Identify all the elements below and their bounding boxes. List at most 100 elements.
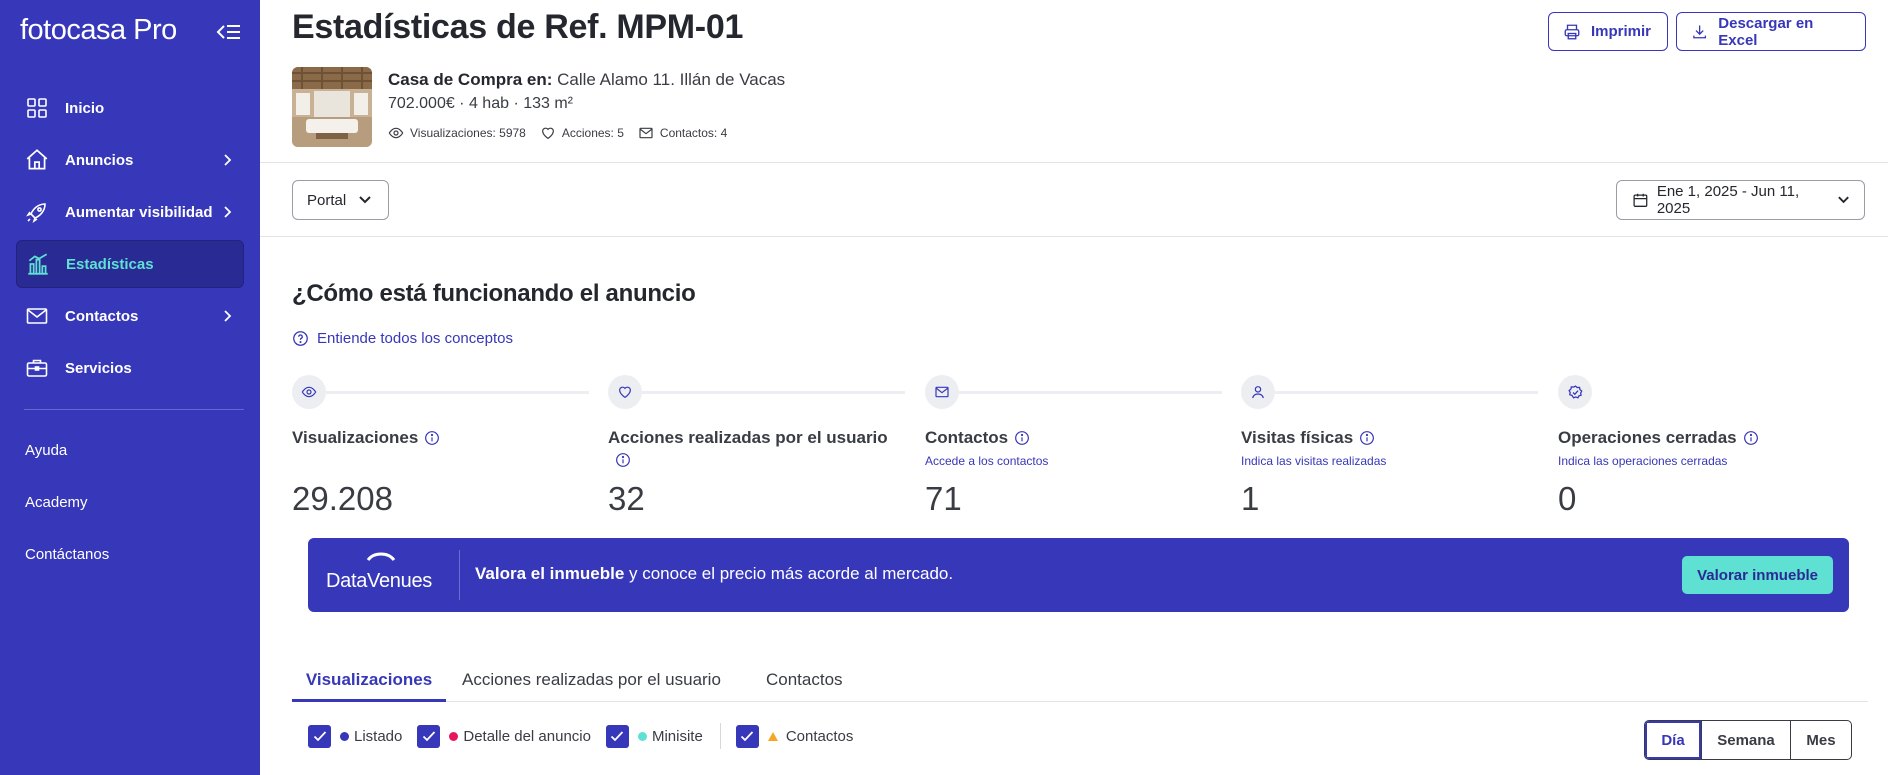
print-button[interactable]: Imprimir xyxy=(1548,12,1668,51)
sidebar-item-estadisticas[interactable]: Estadísticas xyxy=(16,240,244,288)
checkbox-checked[interactable] xyxy=(735,724,759,748)
checkbox-label: Detalle del anuncio xyxy=(463,727,591,745)
sidebar-item-label: Anuncios xyxy=(65,151,134,169)
info-icon[interactable] xyxy=(1014,430,1030,451)
date-range-picker[interactable]: Ene 1, 2025 - Jun 11, 2025 xyxy=(1616,180,1865,220)
step-operaciones xyxy=(1558,375,1592,409)
mail-icon xyxy=(935,386,949,398)
banner-message-rest: y conoce el precio más acorde al mercado… xyxy=(624,564,954,583)
metric-visualizaciones: Visualizaciones 29.208 xyxy=(292,428,592,517)
banner-separator xyxy=(459,550,460,600)
main-content: Estadísticas de Ref. MPM-01 Imprimir Des… xyxy=(260,0,1888,775)
eye-icon xyxy=(388,127,404,139)
checkbox-checked[interactable] xyxy=(417,724,441,748)
sidebar-item-label: Inicio xyxy=(65,99,105,117)
page-title: Estadísticas de Ref. MPM-01 xyxy=(292,8,744,46)
printer-icon xyxy=(1564,24,1580,39)
operations-link[interactable]: Indica las operaciones cerradas xyxy=(1558,454,1858,468)
download-icon xyxy=(1693,25,1707,38)
checkbox-detalle-anuncio[interactable]: Detalle del anuncio xyxy=(417,724,591,748)
brand-name: DataVenues xyxy=(326,570,432,592)
property-thumbnail xyxy=(292,67,372,147)
sidebar-item-label: Aumentar visibilidad xyxy=(65,203,213,221)
chevron-down-icon xyxy=(359,196,371,204)
property-contacts: Contactos: 4 xyxy=(659,126,728,140)
metric-label: Acciones realizadas por el usuario xyxy=(608,428,888,447)
sidebar: fotocasa Pro Inicio Anuncios Aumentar vi… xyxy=(0,0,260,775)
briefcase-icon xyxy=(24,355,50,381)
checkbox-label: Listado xyxy=(354,727,403,745)
portal-select-value: Portal xyxy=(307,191,347,209)
contacts-link[interactable]: Accede a los contactos xyxy=(925,454,1225,468)
chevron-right-icon xyxy=(222,205,232,219)
sidebar-item-label: Contactos xyxy=(65,307,139,325)
metric-label: Visualizaciones xyxy=(292,428,419,447)
step-visualizaciones xyxy=(292,375,326,409)
banner-message: Valora el inmueble y conoce el precio má… xyxy=(475,564,953,584)
property-title: Casa de Compra en: Calle Alamo 11. Illán… xyxy=(388,70,785,90)
collapse-sidebar-icon[interactable] xyxy=(214,20,242,44)
checkbox-checked[interactable] xyxy=(308,724,331,748)
checkbox-minisite[interactable]: Minisite xyxy=(605,724,703,748)
step-contactos xyxy=(925,375,959,409)
stats-tabs: Visualizaciones Acciones realizadas por … xyxy=(292,660,1868,702)
chevron-right-icon xyxy=(222,153,232,167)
granularity-mes[interactable]: Mes xyxy=(1790,721,1851,759)
step-acciones xyxy=(608,375,642,409)
checkbox-checked[interactable] xyxy=(605,724,629,748)
info-icon[interactable] xyxy=(1359,430,1375,451)
valorar-inmueble-button[interactable]: Valorar inmueble xyxy=(1682,556,1833,594)
home-icon xyxy=(24,147,50,173)
property-stats: Visualizaciones: 5978 Acciones: 5 Contac… xyxy=(388,125,741,141)
series-color-dot xyxy=(449,731,459,741)
sidebar-item-label: Estadísticas xyxy=(66,255,154,273)
heart-icon xyxy=(619,386,631,399)
portal-select[interactable]: Portal xyxy=(292,180,389,220)
concepts-link[interactable]: Entiende todos los conceptos xyxy=(292,330,513,347)
info-icon[interactable] xyxy=(615,452,631,473)
heart-icon xyxy=(541,127,554,140)
sidebar-item-aumentar-visibilidad[interactable]: Aumentar visibilidad xyxy=(16,188,244,236)
sidebar-item-contactos[interactable]: Contactos xyxy=(16,292,244,340)
date-range-value: Ene 1, 2025 - Jun 11, 2025 xyxy=(1656,183,1800,217)
tab-contactos[interactable]: Contactos xyxy=(766,670,843,702)
steps-track xyxy=(1275,391,1538,394)
download-excel-button[interactable]: Descargar en Excel xyxy=(1676,12,1866,51)
checkbox-listado[interactable]: Listado xyxy=(308,724,403,748)
step-visitas xyxy=(1241,375,1275,409)
metric-acciones: Acciones realizadas por el usuario 32 xyxy=(608,428,908,517)
performance-title: ¿Cómo está funcionando el anuncio xyxy=(292,280,696,307)
steps-track xyxy=(326,391,589,394)
visits-link[interactable]: Indica las visitas realizadas xyxy=(1241,454,1541,468)
steps-track xyxy=(642,391,905,394)
dataveunes-logo: DataVenues xyxy=(326,552,446,594)
tab-visualizaciones[interactable]: Visualizaciones xyxy=(292,670,446,702)
checkbox-contactos[interactable]: Contactos xyxy=(735,724,853,748)
sidebar-link-ayuda[interactable]: Ayuda xyxy=(25,442,67,459)
sidebar-link-contactanos[interactable]: Contáctanos xyxy=(25,546,109,563)
sidebar-link-academy[interactable]: Academy xyxy=(25,494,88,511)
granularity-semana[interactable]: Semana xyxy=(1701,721,1790,759)
sidebar-item-anuncios[interactable]: Anuncios xyxy=(16,136,244,184)
chevron-right-icon xyxy=(222,309,232,323)
tab-acciones[interactable]: Acciones realizadas por el usuario xyxy=(462,670,721,702)
metric-value: 71 xyxy=(925,480,962,517)
granularity-dia[interactable]: Día xyxy=(1645,721,1701,759)
metric-value: 29.208 xyxy=(292,480,393,517)
sidebar-item-servicios[interactable]: Servicios xyxy=(16,344,244,392)
logo[interactable]: fotocasa Pro xyxy=(20,14,177,47)
mail-icon xyxy=(24,303,50,329)
help-circle-icon xyxy=(293,331,308,346)
property-actions: Acciones: 5 xyxy=(561,126,624,140)
chart-icon xyxy=(25,251,51,277)
property-details: 702.000€ · 4 hab · 133 m² xyxy=(388,95,574,112)
info-icon[interactable] xyxy=(1743,430,1759,451)
metric-label: Operaciones cerradas xyxy=(1558,428,1737,447)
info-icon[interactable] xyxy=(424,430,440,451)
sidebar-divider xyxy=(24,409,244,410)
valuation-banner: DataVenues Valora el inmueble y conoce e… xyxy=(308,538,1849,612)
series-color-dot xyxy=(637,731,647,741)
metric-label: Visitas físicas xyxy=(1241,428,1354,447)
sidebar-item-inicio[interactable]: Inicio xyxy=(16,84,244,132)
header-divider xyxy=(260,162,1888,163)
